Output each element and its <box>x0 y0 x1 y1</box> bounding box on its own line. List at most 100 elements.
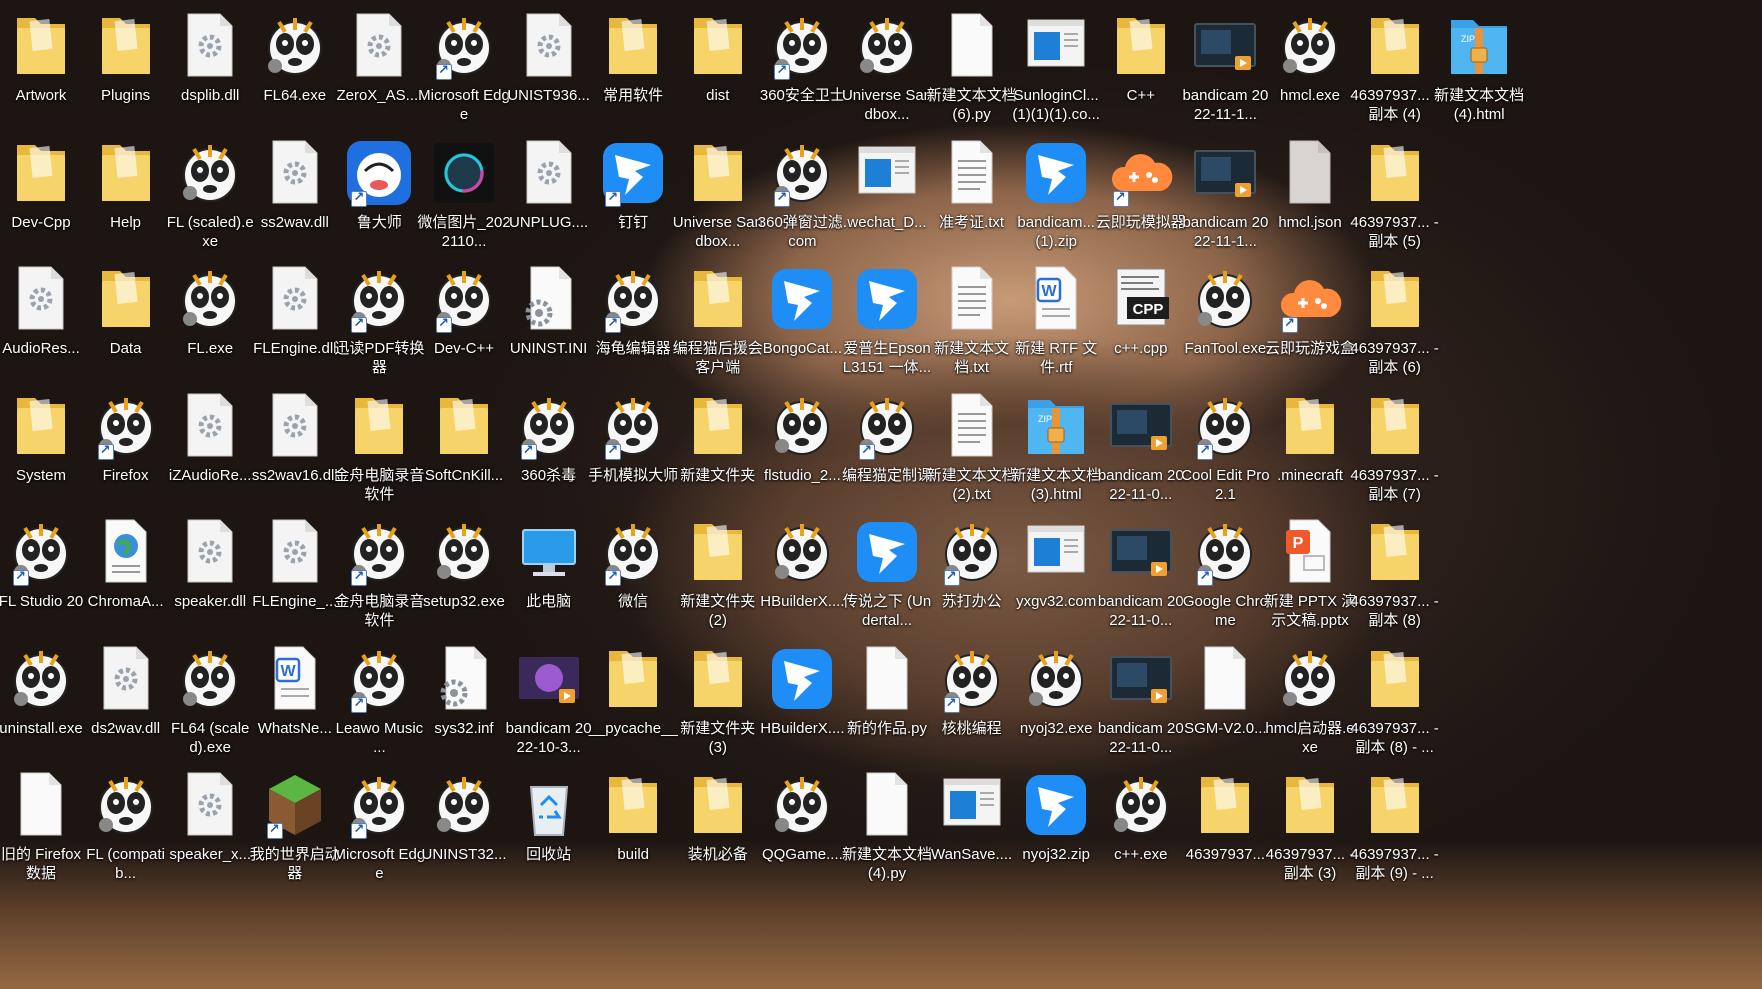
desktop-icon[interactable]: 新的作品.py <box>840 635 934 771</box>
desktop-icon[interactable]: wechat_D... <box>840 129 934 265</box>
desktop-icon[interactable]: yxgv32.com <box>1009 508 1103 644</box>
desktop-icon[interactable]: FanTool.exe <box>1178 255 1272 391</box>
desktop-icon[interactable]: 360安全卫士 <box>755 2 849 138</box>
desktop-icon[interactable]: 编程猫后援会客户端 <box>671 255 765 391</box>
desktop-icon[interactable]: ZIP 新建文本文档 (3).html <box>1009 382 1103 518</box>
desktop-icon[interactable]: UNIST936... <box>502 2 596 138</box>
desktop-icon[interactable]: flstudio_2... <box>755 382 849 518</box>
desktop-icon[interactable]: C++ <box>1094 2 1188 138</box>
desktop-icon[interactable]: Artwork <box>0 2 88 138</box>
desktop-icon[interactable]: dsplib.dll <box>163 2 257 138</box>
desktop-icon[interactable]: 46397937... - 副本 (8) - ... <box>1348 635 1442 771</box>
desktop-icon[interactable]: .minecraft <box>1263 382 1357 518</box>
desktop-icon[interactable]: W 新建 RTF 文件.rtf <box>1009 255 1103 391</box>
desktop-icon[interactable]: W WhatsNe... <box>248 635 342 771</box>
desktop-icon[interactable]: 金舟电脑录音软件 <box>332 508 426 644</box>
desktop-icon[interactable]: 46397937... - 副本 (6) <box>1348 255 1442 391</box>
desktop-icon[interactable]: Universe Sandbox... <box>671 129 765 265</box>
desktop-icon[interactable]: Google Chrome <box>1178 508 1272 644</box>
desktop-icon[interactable]: BongoCat... <box>755 255 849 391</box>
desktop-icon[interactable]: 迅读PDF转换器 <box>332 255 426 391</box>
desktop-icon[interactable]: 新建文本文档.txt <box>925 255 1019 391</box>
desktop-icon[interactable]: 旧的 Firefox 数据 <box>0 761 88 897</box>
desktop-icon[interactable]: ZIP 新建文本文档 (4).html <box>1432 2 1526 138</box>
desktop-icon[interactable]: FLEngine.dll <box>248 255 342 391</box>
desktop-icon[interactable]: SoftCnKill... <box>417 382 511 518</box>
desktop-icon[interactable]: SGM-V2.0... <box>1178 635 1272 771</box>
desktop-icon[interactable]: FL (scaled).exe <box>163 129 257 265</box>
desktop-icon[interactable]: bandicam... (1).zip <box>1009 129 1103 265</box>
desktop-icon[interactable]: Microsoft Edge <box>332 761 426 897</box>
desktop-icon[interactable]: Universe Sandbox... <box>840 2 934 138</box>
desktop-icon[interactable]: 微信图片_2022110... <box>417 129 511 265</box>
desktop-icon[interactable]: FL64.exe <box>248 2 342 138</box>
desktop-icon[interactable]: Dev-Cpp <box>0 129 88 265</box>
desktop-icon[interactable]: Data <box>79 255 173 391</box>
desktop-icon[interactable]: 360杀毒 <box>502 382 596 518</box>
desktop-icon[interactable]: 新建文件夹 (2) <box>671 508 765 644</box>
desktop-icon[interactable]: Cool Edit Pro 2.1 <box>1178 382 1272 518</box>
desktop-icon[interactable]: 云即玩模拟器 <box>1094 129 1188 265</box>
desktop-icon[interactable]: 微信 <box>586 508 680 644</box>
desktop-icon[interactable]: bandicam 2022-11-0... <box>1094 635 1188 771</box>
desktop-icon[interactable]: dist <box>671 2 765 138</box>
desktop-icon[interactable]: 编程猫定制课 <box>840 382 934 518</box>
desktop-icon[interactable]: UNPLUG.... <box>502 129 596 265</box>
desktop-icon[interactable]: 新建文件夹 <box>671 382 765 518</box>
desktop-icon[interactable]: 新建文本文档 (2).txt <box>925 382 1019 518</box>
desktop-icon[interactable]: 爱普生Epson L3151 一体... <box>840 255 934 391</box>
desktop-icon[interactable]: Dev-C++ <box>417 255 511 391</box>
desktop-icon[interactable]: SunloginCl... (1)(1)(1).co... <box>1009 2 1103 138</box>
desktop-icon[interactable]: 46397937... - 副本 (8) <box>1348 508 1442 644</box>
desktop-icon[interactable]: nyoj32.zip <box>1009 761 1103 897</box>
desktop-icon[interactable]: 46397937... - 副本 (3) <box>1263 761 1357 897</box>
desktop-icon[interactable]: FL64 (scaled).exe <box>163 635 257 771</box>
desktop-icon[interactable]: hmcl.json <box>1263 129 1357 265</box>
desktop-icon[interactable]: 装机必备 <box>671 761 765 897</box>
desktop-icon[interactable]: FLEngine_... <box>248 508 342 644</box>
desktop-icon[interactable]: c++.exe <box>1094 761 1188 897</box>
desktop-icon[interactable]: speaker.dll <box>163 508 257 644</box>
desktop-icon[interactable]: uninstall.exe <box>0 635 88 771</box>
desktop-icon[interactable]: Plugins <box>79 2 173 138</box>
desktop-icon[interactable]: 苏打办公 <box>925 508 1019 644</box>
desktop-icon[interactable]: hmcl启动器.exe <box>1263 635 1357 771</box>
desktop-icon[interactable]: 46397937... - 副本 (5) <box>1348 129 1442 265</box>
desktop-icon[interactable]: bandicam 2022-11-0... <box>1094 508 1188 644</box>
desktop-icon[interactable]: build <box>586 761 680 897</box>
desktop-icon[interactable]: ChromaA... <box>79 508 173 644</box>
desktop-icon[interactable]: Leawo Music ... <box>332 635 426 771</box>
desktop-icon[interactable]: FL.exe <box>163 255 257 391</box>
desktop-icon[interactable]: bandicam 2022-11-0... <box>1094 382 1188 518</box>
desktop-icon[interactable]: sys32.inf <box>417 635 511 771</box>
desktop-icon[interactable]: 46397937... - 副本 (7) <box>1348 382 1442 518</box>
desktop-icon[interactable]: 常用软件 <box>586 2 680 138</box>
desktop-icon[interactable]: CPP c++.cpp <box>1094 255 1188 391</box>
desktop-icon[interactable]: AudioRes... <box>0 255 88 391</box>
desktop-icon[interactable]: 新建文本文档 (6).py <box>925 2 1019 138</box>
desktop-icon[interactable]: 46397937... - 副本 (4) <box>1348 2 1442 138</box>
desktop-icon[interactable]: UNINST.INI <box>502 255 596 391</box>
desktop-icon[interactable]: hmcl.exe <box>1263 2 1357 138</box>
desktop-icon[interactable]: 回收站 <box>502 761 596 897</box>
desktop-icon[interactable]: 我的世界启动器 <box>248 761 342 897</box>
desktop-icon[interactable]: UNINST32... <box>417 761 511 897</box>
desktop-icon[interactable]: 云即玩游戏盒 <box>1263 255 1357 391</box>
desktop-icon[interactable]: 此电脑 <box>502 508 596 644</box>
desktop-icon[interactable]: ss2wav.dll <box>248 129 342 265</box>
desktop-icon[interactable]: 360弹窗过滤.com <box>755 129 849 265</box>
desktop-icon[interactable]: FL (compatib... <box>79 761 173 897</box>
desktop-icon[interactable]: 新建文本文档 (4).py <box>840 761 934 897</box>
desktop-icon[interactable]: 46397937... <box>1178 761 1272 897</box>
desktop-icon[interactable]: QQGame.... <box>755 761 849 897</box>
desktop-icon[interactable]: 准考证.txt <box>925 129 1019 265</box>
desktop-icon[interactable]: __pycache__ <box>586 635 680 771</box>
desktop-icon[interactable]: HBuilderX.... <box>755 635 849 771</box>
desktop-icon[interactable]: Microsoft Edge <box>417 2 511 138</box>
desktop-icon[interactable]: 手机模拟大师 <box>586 382 680 518</box>
desktop-icon[interactable]: ds2wav.dll <box>79 635 173 771</box>
desktop-icon[interactable]: bandicam 2022-11-1... <box>1178 129 1272 265</box>
desktop-icon[interactable]: nyoj32.exe <box>1009 635 1103 771</box>
desktop-icon[interactable]: 传说之下 (Undertal... <box>840 508 934 644</box>
desktop-icon[interactable]: Help <box>79 129 173 265</box>
